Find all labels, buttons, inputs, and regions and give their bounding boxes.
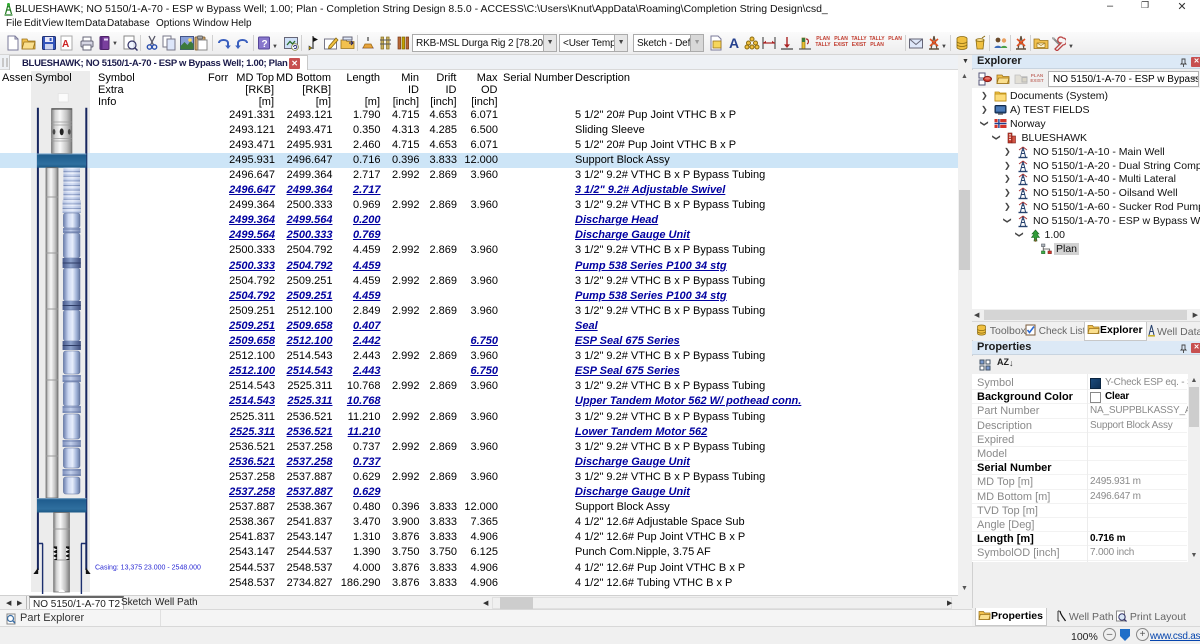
svg-text:A: A (729, 35, 739, 51)
svg-text:?: ? (262, 39, 268, 50)
svg-text:A: A (62, 39, 69, 50)
